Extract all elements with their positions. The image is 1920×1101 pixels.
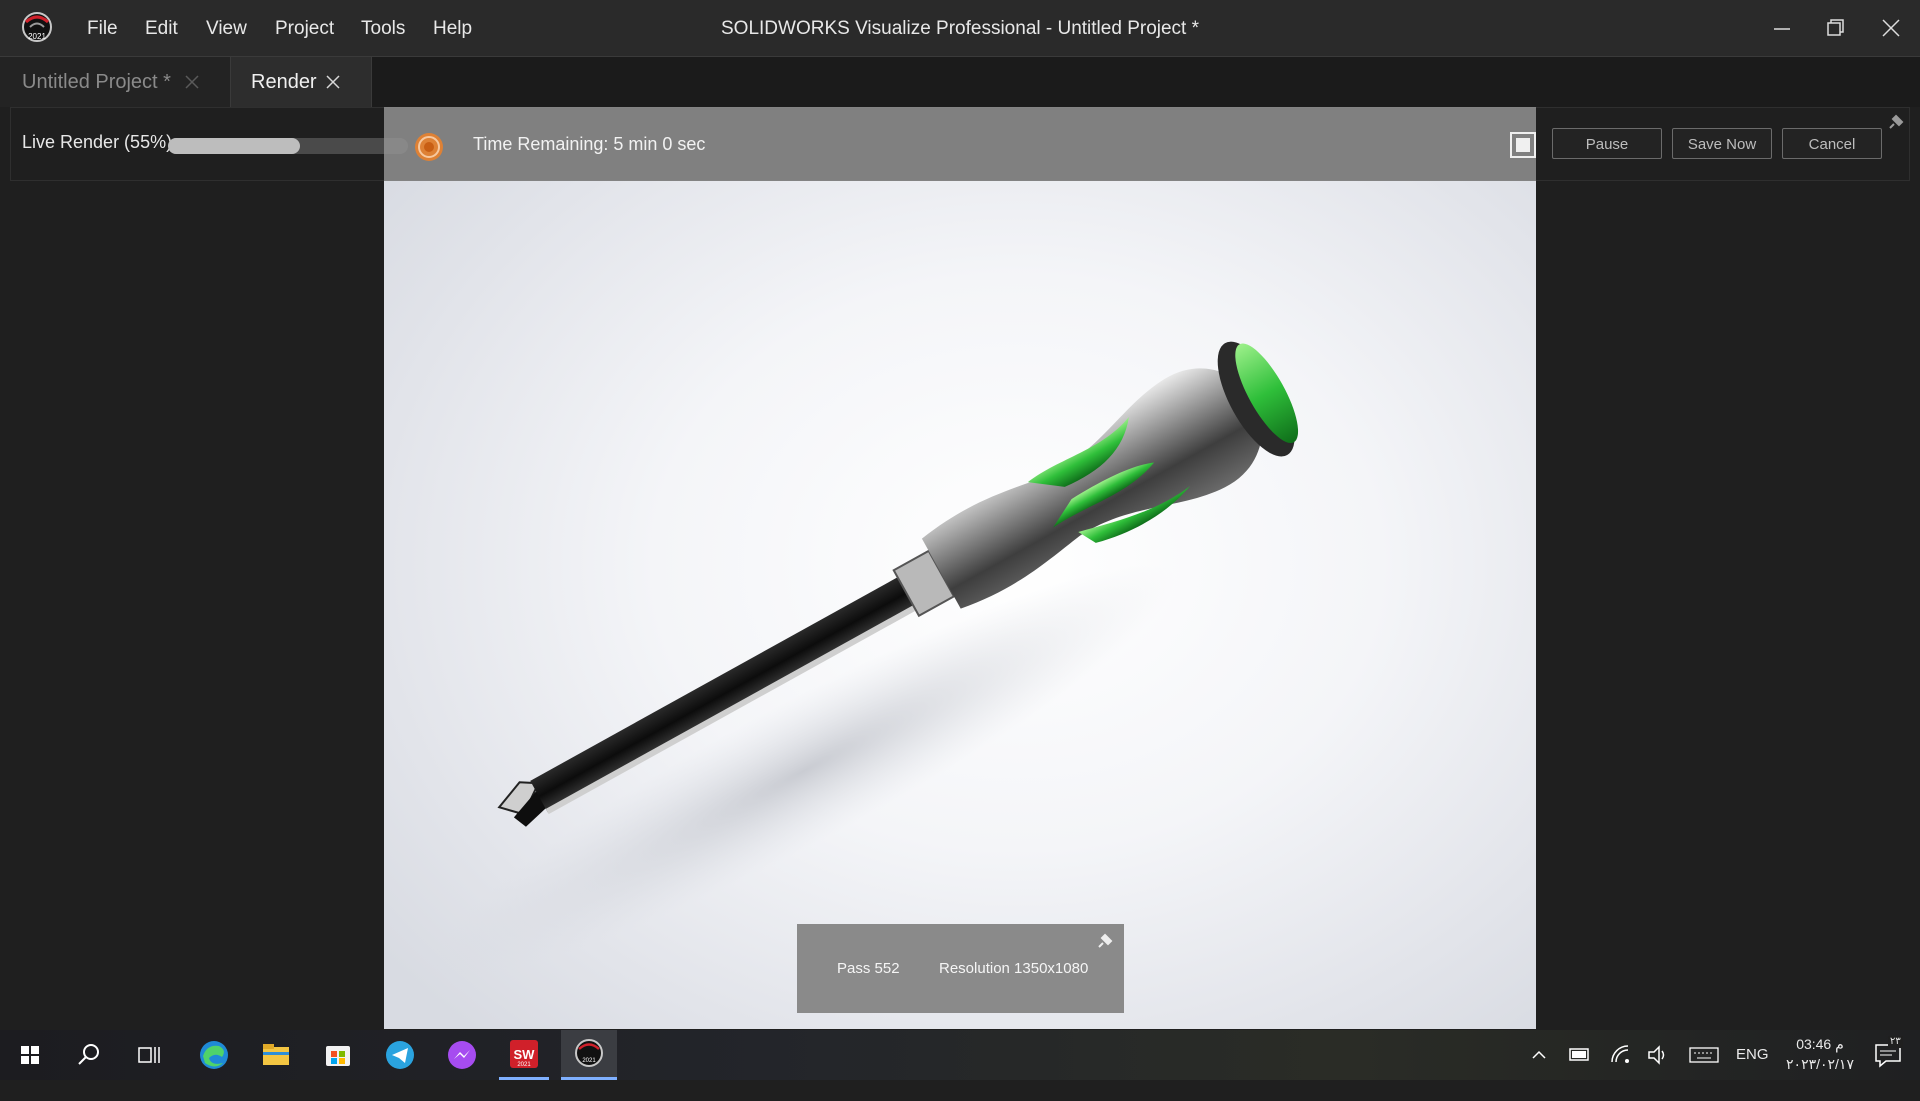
task-view-icon[interactable] xyxy=(124,1030,174,1080)
tab-label: Untitled Project * xyxy=(22,71,171,93)
clock-time: 03:46 م xyxy=(1796,1036,1844,1052)
notification-count: ٢٣ xyxy=(1888,1036,1903,1048)
pause-button[interactable]: Pause xyxy=(1552,128,1662,159)
visualize-icon[interactable]: 2021 xyxy=(561,1030,617,1080)
solidworks-icon[interactable]: SW 2021 xyxy=(499,1030,549,1080)
language-indicator[interactable]: ENG xyxy=(1736,1030,1769,1080)
render-stats-panel: Pass 552 Resolution 1350x1080 xyxy=(797,924,1124,1013)
volume-icon[interactable] xyxy=(1646,1030,1670,1080)
show-hidden-icons-icon[interactable] xyxy=(1528,1030,1550,1080)
pin-icon[interactable] xyxy=(1094,930,1116,952)
pin-icon xyxy=(1889,114,1904,129)
close-tab-icon[interactable] xyxy=(184,74,200,90)
tab-label: Render xyxy=(251,71,317,93)
solidworks-year: 2021 xyxy=(517,1062,531,1068)
windows-start-icon[interactable] xyxy=(5,1030,55,1080)
clock[interactable]: 03:46 م ٢٠٢٣/٠٢/١٧ xyxy=(1780,1034,1860,1076)
menu-project[interactable]: Project xyxy=(275,0,334,56)
restore-icon xyxy=(1827,19,1844,36)
visualize-year: 2021 xyxy=(582,1058,596,1064)
messenger-icon[interactable] xyxy=(437,1030,487,1080)
telegram-icon[interactable] xyxy=(375,1030,425,1080)
menu-tools[interactable]: Tools xyxy=(361,0,405,56)
close-icon xyxy=(1882,19,1900,37)
minimize-icon xyxy=(1774,28,1790,30)
fullscreen-button[interactable] xyxy=(1508,130,1538,160)
stop-target-icon xyxy=(415,133,443,161)
render-progress-fill xyxy=(168,138,300,154)
keyboard-icon[interactable] xyxy=(1688,1030,1720,1080)
cancel-button[interactable]: Cancel xyxy=(1782,128,1882,159)
tab-untitled-project[interactable]: Untitled Project * xyxy=(0,57,230,107)
menu-view[interactable]: View xyxy=(206,0,247,56)
wifi-icon[interactable] xyxy=(1608,1030,1632,1080)
resolution-info: Resolution 1350x1080 xyxy=(939,960,1089,977)
screwdriver-render-image xyxy=(431,341,1299,978)
minimize-button[interactable] xyxy=(1754,0,1810,56)
close-window-button[interactable] xyxy=(1862,0,1918,56)
tab-render[interactable]: Render xyxy=(230,57,372,107)
pass-count: Pass 552 xyxy=(837,960,900,977)
restore-button[interactable] xyxy=(1808,0,1864,56)
visualize-logo-icon[interactable]: 2021 xyxy=(20,10,54,44)
menu-help[interactable]: Help xyxy=(433,0,472,56)
fullscreen-icon xyxy=(1510,132,1536,158)
menu-file[interactable]: File xyxy=(87,0,118,56)
render-progress-bar xyxy=(168,138,408,154)
time-remaining: Time Remaining: 5 min 0 sec xyxy=(473,134,706,154)
search-icon[interactable] xyxy=(64,1030,114,1080)
file-explorer-icon[interactable] xyxy=(251,1030,301,1080)
clock-date: ٢٠٢٣/٠٢/١٧ xyxy=(1786,1056,1854,1072)
notifications-button[interactable]: ٢٣ xyxy=(1870,1030,1910,1080)
edge-icon[interactable] xyxy=(189,1030,239,1080)
logo-year: 2021 xyxy=(28,32,46,41)
pin-button[interactable] xyxy=(1884,110,1908,134)
microsoft-store-icon[interactable] xyxy=(313,1030,363,1080)
menu-edit[interactable]: Edit xyxy=(145,0,178,56)
stop-render-button[interactable] xyxy=(413,131,445,163)
render-viewport[interactable] xyxy=(384,181,1536,1029)
live-render-label: Live Render (55%) xyxy=(22,132,173,152)
battery-icon[interactable] xyxy=(1568,1030,1592,1080)
save-now-button[interactable]: Save Now xyxy=(1672,128,1772,159)
close-tab-icon[interactable] xyxy=(325,74,341,90)
solidworks-badge: SW xyxy=(514,1047,536,1062)
